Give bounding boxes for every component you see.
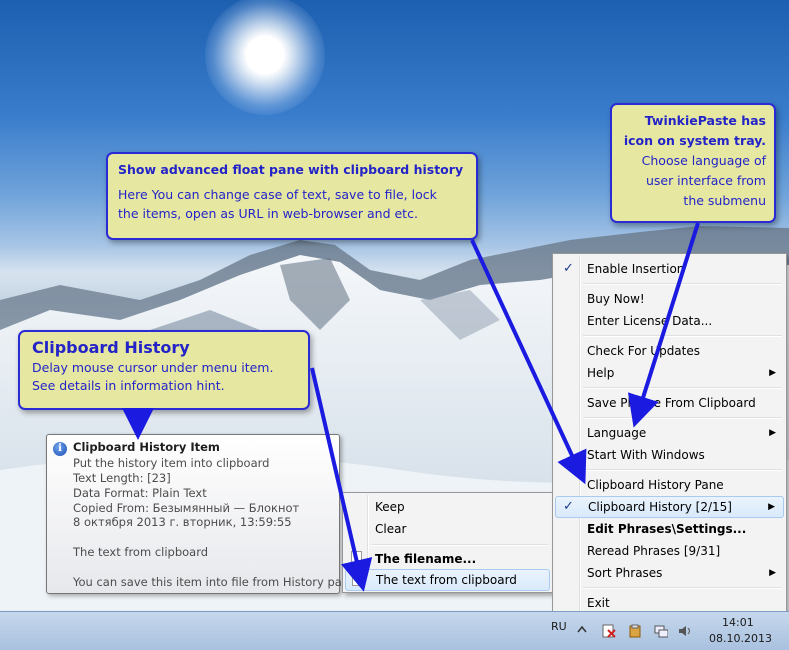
menu-item-label: Check For Updates (587, 344, 701, 358)
hint-line-3: Data Format: Plain Text (73, 486, 207, 500)
menu-item-check-updates[interactable]: Check For Updates (555, 340, 784, 362)
submenu-item-label: Keep (375, 500, 405, 514)
float-pane-callout-title: Show advanced float pane with clipboard … (118, 162, 464, 177)
tray-callout: TwinkiePaste has icon on system tray. Ch… (610, 103, 776, 223)
menu-item-help[interactable]: Help ▶ (555, 362, 784, 384)
menu-separator (583, 335, 782, 337)
submenu-arrow-icon: ▶ (768, 502, 775, 512)
menu-item-clipboard-history[interactable]: ✓ Clipboard History [2/15] ▶ (555, 496, 784, 518)
menu-separator (371, 544, 548, 546)
submenu-item-label: The filename... (375, 552, 477, 566)
menu-item-save-phrase[interactable]: Save Phrase From Clipboard (555, 392, 784, 414)
menu-item-enable-insertion[interactable]: ✓ Enable Insertion (555, 258, 784, 280)
document-icon (352, 572, 363, 586)
history-callout: Clipboard History Delay mouse cursor und… (18, 330, 310, 410)
menu-item-label: Start With Windows (587, 448, 705, 462)
submenu-item-clear[interactable]: Clear (345, 518, 550, 540)
tray-callout-line-2: icon on system tray. (623, 133, 766, 148)
submenu-arrow-icon: ▶ (769, 428, 776, 438)
menu-item-start-with-windows[interactable]: Start With Windows (555, 444, 784, 466)
chevron-up-icon[interactable] (576, 623, 590, 637)
twinkiepaste-tray-icon[interactable] (628, 624, 642, 638)
clipboard-history-submenu: Keep Clear The filename... The text from… (342, 492, 553, 593)
network-icon[interactable] (654, 624, 668, 638)
menu-item-label: Exit (587, 596, 610, 610)
menu-item-label: Reread Phrases [9/31] (587, 544, 721, 558)
hint-line-6: The text from clipboard (73, 545, 209, 559)
menu-separator (583, 587, 782, 589)
action-center-icon[interactable] (602, 624, 616, 638)
hint-title: Clipboard History Item (73, 440, 220, 454)
menu-separator (583, 469, 782, 471)
checkmark-icon: ✓ (563, 261, 574, 276)
menu-separator (583, 387, 782, 389)
float-pane-callout-body-1: Here You can change case of text, save t… (118, 187, 437, 202)
menu-item-label: Clipboard History [2/15] (588, 500, 732, 514)
tray-callout-line-5: the submenu (683, 193, 766, 208)
submenu-item-label: The text from clipboard (376, 573, 517, 587)
submenu-arrow-icon: ▶ (769, 568, 776, 578)
history-item-hint: i Clipboard History Item Put the history… (46, 434, 356, 594)
hint-line-5: 8 октября 2013 г. вторник, 13:59:55 (73, 515, 292, 529)
tray-callout-line-1: TwinkiePaste has (644, 113, 766, 128)
submenu-arrow-icon: ▶ (769, 368, 776, 378)
hint-line-4: Copied From: Безымянный — Блокнот (73, 501, 300, 515)
menu-item-label: Edit Phrases\Settings... (587, 522, 747, 536)
history-callout-body-2: See details in information hint. (32, 378, 225, 393)
float-pane-callout: Show advanced float pane with clipboard … (106, 152, 478, 240)
menu-item-label: Help (587, 366, 615, 380)
hint-line-2: Text Length: [23] (73, 471, 171, 485)
clock-date[interactable]: 08.10.2013 (709, 632, 772, 645)
taskbar: RU 14:01 08.10.2013 (0, 611, 789, 650)
volume-icon[interactable] (678, 624, 692, 638)
submenu-item-keep[interactable]: Keep (345, 496, 550, 518)
submenu-item-filename[interactable]: The filename... (345, 548, 550, 570)
menu-item-label: Buy Now! (587, 292, 645, 306)
menu-item-label: Save Phrase From Clipboard (587, 396, 756, 410)
checkmark-icon: ✓ (563, 499, 574, 514)
menu-item-label: Clipboard History Pane (587, 478, 724, 492)
info-icon: i (53, 442, 67, 456)
float-pane-callout-body-2: the items, open as URL in web-browser an… (118, 206, 418, 221)
tray-callout-line-3: Choose language of (641, 153, 766, 168)
menu-item-label: Language (587, 426, 647, 440)
menu-item-language[interactable]: Language ▶ (555, 422, 784, 444)
tray-callout-line-4: user interface from (645, 173, 766, 188)
tray-context-menu: ✓ Enable Insertion Buy Now! Enter License… (552, 253, 787, 617)
document-icon (351, 551, 362, 565)
submenu-item-clipboard-text[interactable]: The text from clipboard (345, 569, 550, 591)
hint-line-1: Put the history item into clipboard (73, 456, 270, 470)
menu-item-label: Enable Insertion (587, 262, 685, 276)
menu-item-reread-phrases[interactable]: Reread Phrases [9/31] (555, 540, 784, 562)
menu-separator (583, 417, 782, 419)
menu-item-label: Sort Phrases (587, 566, 663, 580)
menu-item-label: Enter License Data... (587, 314, 713, 328)
menu-item-edit-phrases[interactable]: Edit Phrases\Settings... (555, 518, 784, 540)
hint-line-7: You can save this item into file from Hi… (73, 575, 357, 589)
submenu-item-label: Clear (375, 522, 407, 536)
clock-time[interactable]: 14:01 (722, 616, 754, 629)
history-callout-title: Clipboard History (32, 338, 190, 357)
menu-item-history-pane[interactable]: Clipboard History Pane (555, 474, 784, 496)
menu-separator (583, 283, 782, 285)
language-indicator[interactable]: RU (551, 620, 567, 633)
history-callout-body-1: Delay mouse cursor under menu item. (32, 360, 274, 375)
menu-item-buy-now[interactable]: Buy Now! (555, 288, 784, 310)
menu-item-enter-license[interactable]: Enter License Data... (555, 310, 784, 332)
menu-item-sort-phrases[interactable]: Sort Phrases ▶ (555, 562, 784, 584)
